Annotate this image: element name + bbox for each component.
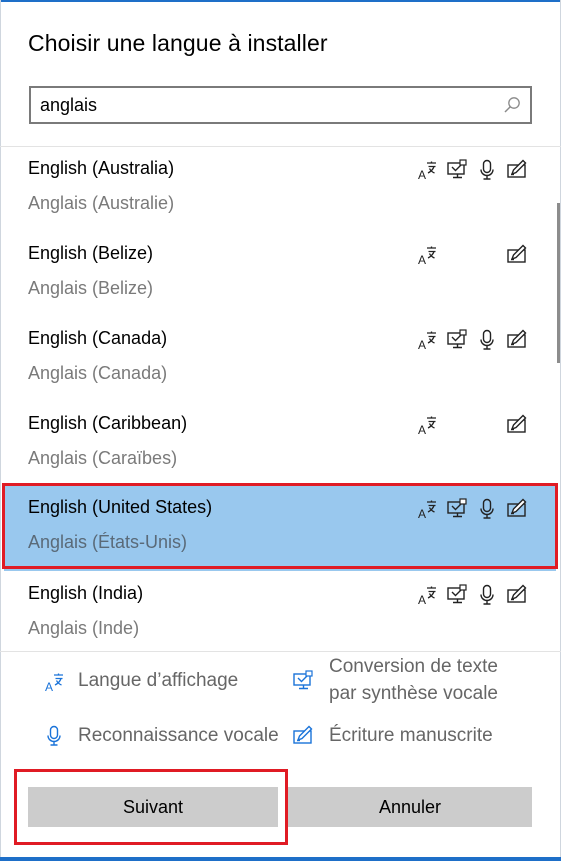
legend-speech: Reconnaissance vocale — [78, 725, 279, 746]
language-name: English (Canada) — [28, 328, 168, 348]
language-native-name: Anglais (États-Unis) — [28, 532, 188, 552]
svg-text:A: A — [45, 680, 53, 693]
language-list: English (Australia) Anglais (Australie) … — [0, 147, 561, 650]
window-bottom-border — [0, 857, 561, 861]
display-language-icon: A — [417, 159, 439, 182]
legend-tts-line1: Conversion de texte — [329, 656, 498, 677]
search-input[interactable] — [31, 88, 491, 122]
display-language-icon: A — [417, 244, 439, 267]
search-box[interactable] — [29, 86, 532, 124]
display-language-icon: A — [417, 584, 439, 607]
dialog-title: Choisir une langue à installer — [28, 30, 328, 56]
handwriting-icon — [506, 244, 528, 266]
list-item-english-canada[interactable]: English (Canada) Anglais (Canada) A — [0, 317, 556, 402]
microphone-legend-icon — [43, 725, 65, 747]
list-scrollbar[interactable] — [557, 203, 560, 363]
svg-text:A: A — [418, 593, 426, 606]
display-language-icon: A — [417, 498, 439, 521]
handwriting-icon — [506, 584, 528, 606]
text-to-speech-icon — [446, 159, 468, 181]
next-button[interactable]: Suivant — [28, 787, 278, 827]
language-native-name: Anglais (Canada) — [28, 363, 168, 383]
search-icon[interactable] — [503, 96, 521, 114]
list-item-english-belize[interactable]: English (Belize) Anglais (Belize) A — [0, 232, 556, 317]
language-name: English (Australia) — [28, 158, 175, 178]
text-to-speech-icon — [446, 329, 468, 351]
language-native-name: Anglais (Inde) — [28, 618, 140, 638]
microphone-icon — [476, 584, 498, 606]
legend-handwriting: Écriture manuscrite — [329, 725, 493, 746]
svg-text:A: A — [418, 423, 426, 436]
cancel-button[interactable]: Annuler — [288, 787, 532, 827]
microphone-icon — [476, 498, 498, 520]
legend-divider — [0, 651, 561, 652]
legend-tts-line2: par synthèse vocale — [329, 683, 498, 704]
language-name: English (Caribbean) — [28, 413, 188, 433]
handwriting-icon — [506, 159, 528, 181]
list-item-english-united-states[interactable]: English (United States) Anglais (États-U… — [4, 486, 556, 571]
language-native-name: Anglais (Belize) — [28, 278, 154, 298]
language-name: English (United States) — [28, 497, 213, 517]
text-to-speech-legend-icon — [292, 670, 314, 692]
display-language-icon: A — [417, 414, 439, 437]
handwriting-icon — [506, 414, 528, 436]
svg-text:A: A — [418, 253, 426, 266]
microphone-icon — [476, 159, 498, 181]
legend-display-language: Langue d’affichage — [78, 670, 239, 691]
display-language-icon: A — [417, 329, 439, 352]
list-item-english-australia[interactable]: English (Australia) Anglais (Australie) … — [0, 147, 556, 232]
handwriting-icon — [506, 498, 528, 520]
svg-text:A: A — [418, 338, 426, 351]
handwriting-icon — [506, 329, 528, 351]
window-top-border — [0, 0, 561, 2]
list-item-english-caribbean[interactable]: English (Caribbean) Anglais (Caraïbes) A — [0, 402, 556, 487]
microphone-icon — [476, 329, 498, 351]
list-item-english-india[interactable]: English (India) Anglais (Inde) A — [0, 572, 556, 650]
svg-text:A: A — [418, 168, 426, 181]
text-to-speech-icon — [446, 498, 468, 520]
language-name: English (India) — [28, 583, 144, 603]
text-to-speech-icon — [446, 584, 468, 606]
language-name: English (Belize) — [28, 243, 154, 263]
svg-text:A: A — [418, 507, 426, 520]
language-native-name: Anglais (Caraïbes) — [28, 448, 178, 468]
display-language-legend-icon: A — [44, 671, 66, 694]
handwriting-legend-icon — [292, 725, 314, 747]
language-native-name: Anglais (Australie) — [28, 193, 175, 213]
